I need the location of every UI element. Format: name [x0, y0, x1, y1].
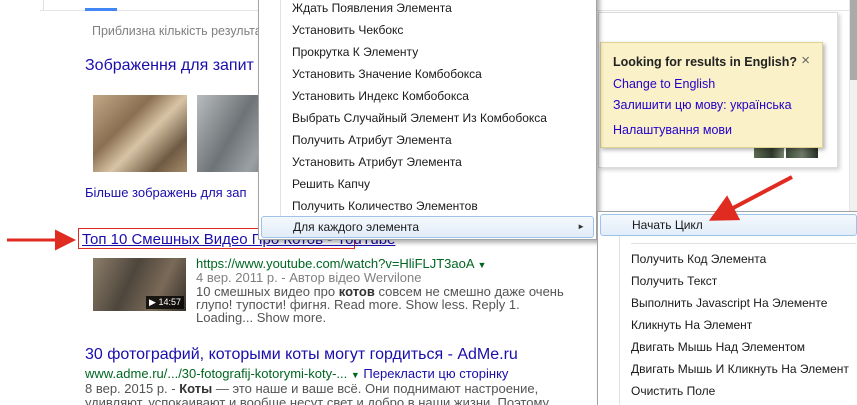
snippet-text: 8 вер. 2015 р. -: [85, 381, 179, 396]
submenu-item-run-javascript[interactable]: Выполнить Javascript На Элементе: [600, 292, 857, 314]
video-result-url: https://www.youtube.com/watch?v=HliFLJT3…: [196, 256, 486, 271]
snippet-bold-term: Коты: [179, 381, 212, 396]
image-sliver-2: [786, 148, 818, 158]
context-submenu: Начать Цикл Получить Код Элемента Получи…: [597, 211, 857, 405]
video-thumbnail[interactable]: ▶ 14:57: [93, 258, 186, 311]
menu-item-get-attribute[interactable]: Получить Атрибут Элемента: [261, 129, 594, 151]
change-to-english-link[interactable]: Change to English: [613, 77, 715, 91]
menu-item-set-attribute[interactable]: Установить Атрибут Элемента: [261, 151, 594, 173]
notification-title: Looking for results in English?: [613, 55, 797, 69]
active-tab-indicator: [85, 8, 117, 11]
language-settings-link[interactable]: Налаштування мови: [613, 123, 732, 137]
adme-snippet-line-2: удивляют, успокаивают и вообще несут све…: [85, 395, 549, 405]
menu-separator: [631, 243, 856, 244]
url-dropdown-icon[interactable]: ▼: [477, 260, 486, 270]
url-dropdown-icon[interactable]: ▼: [351, 370, 360, 380]
url-text: www.adme.ru/.../30-fotografij-kotorymi-k…: [85, 366, 347, 381]
adme-result-url-line: www.adme.ru/.../30-fotografij-kotorymi-k…: [85, 366, 508, 381]
menu-item-label: Для каждого элемента: [293, 220, 419, 234]
submenu-item-get-text[interactable]: Получить Текст: [600, 270, 857, 292]
submenu-item-move-and-click[interactable]: Двигать Мышь И Кликнуть На Элемент: [600, 358, 857, 380]
submenu-item-click-element[interactable]: Кликнуть На Элемент: [600, 314, 857, 336]
submenu-item-clear-field[interactable]: Очистить Поле: [600, 380, 857, 402]
context-menu: Ждать Появления Элемента Установить Чекб…: [258, 0, 597, 240]
adme-snippet-line-1: 8 вер. 2015 р. - Коты — это наше и ваше …: [85, 381, 538, 396]
menu-item-set-combobox-value[interactable]: Установить Значение Комбобокса: [261, 63, 594, 85]
toolbar-edge-line: [43, 0, 44, 10]
images-for-query-link[interactable]: Зображення для запит: [85, 57, 254, 75]
more-images-link[interactable]: Більше зображень для зап: [85, 185, 247, 200]
image-sliver-1: [754, 148, 784, 158]
video-snippet-line-3: Loading... Show more.: [196, 310, 326, 325]
submenu-item-start-loop[interactable]: Начать Цикл: [600, 214, 857, 236]
submenu-item-get-element-code[interactable]: Получить Код Элемента: [600, 248, 857, 270]
video-result-meta: 4 вер. 2011 р. - Автор відео Wervilone: [196, 270, 421, 285]
menu-item-random-combobox[interactable]: Выбрать Случайный Элемент Из Комбобокса: [261, 107, 594, 129]
menu-item-set-combobox-index[interactable]: Установить Индекс Комбобокса: [261, 85, 594, 107]
menu-item-get-elements-count[interactable]: Получить Количество Элементов: [261, 195, 594, 217]
submenu-arrow-icon: ►: [577, 217, 585, 237]
menu-item-solve-captcha[interactable]: Решить Капчу: [261, 173, 594, 195]
play-icon: ▶: [149, 297, 156, 307]
video-duration: 14:57: [158, 297, 181, 307]
snippet-text: — это наше и ваше всё. Они поднимают нас…: [212, 381, 538, 396]
results-count-text: Приблизна кількість результатів: [92, 24, 277, 38]
submenu-item-move-mouse-over[interactable]: Двигать Мышь Над Элементом: [600, 336, 857, 358]
menu-item-scroll-to-element[interactable]: Прокрутка К Элементу: [261, 41, 594, 63]
language-notification: Looking for results in English? × Change…: [600, 42, 823, 148]
keep-language-link[interactable]: Залишити цю мову: українська: [613, 98, 792, 112]
menu-item-wait-element[interactable]: Ждать Появления Элемента: [261, 0, 594, 19]
screenshot-canvas: Приблизна кількість результатів Зображен…: [0, 0, 857, 405]
scrollbar-thumb[interactable]: [850, 0, 857, 80]
cat-image-thumbnail-1[interactable]: [93, 95, 187, 172]
adme-result-title-link[interactable]: 30 фотографий, которыми коты могут горди…: [85, 346, 518, 364]
video-duration-badge: ▶ 14:57: [146, 296, 184, 309]
menu-item-set-checkbox[interactable]: Установить Чекбокс: [261, 19, 594, 41]
translate-page-link[interactable]: Перекласти цю сторінку: [363, 366, 508, 381]
menu-item-for-each-element[interactable]: Для каждого элемента ►: [261, 216, 594, 238]
close-icon[interactable]: ×: [801, 52, 810, 69]
url-text: https://www.youtube.com/watch?v=HliFLJT3…: [196, 256, 474, 271]
